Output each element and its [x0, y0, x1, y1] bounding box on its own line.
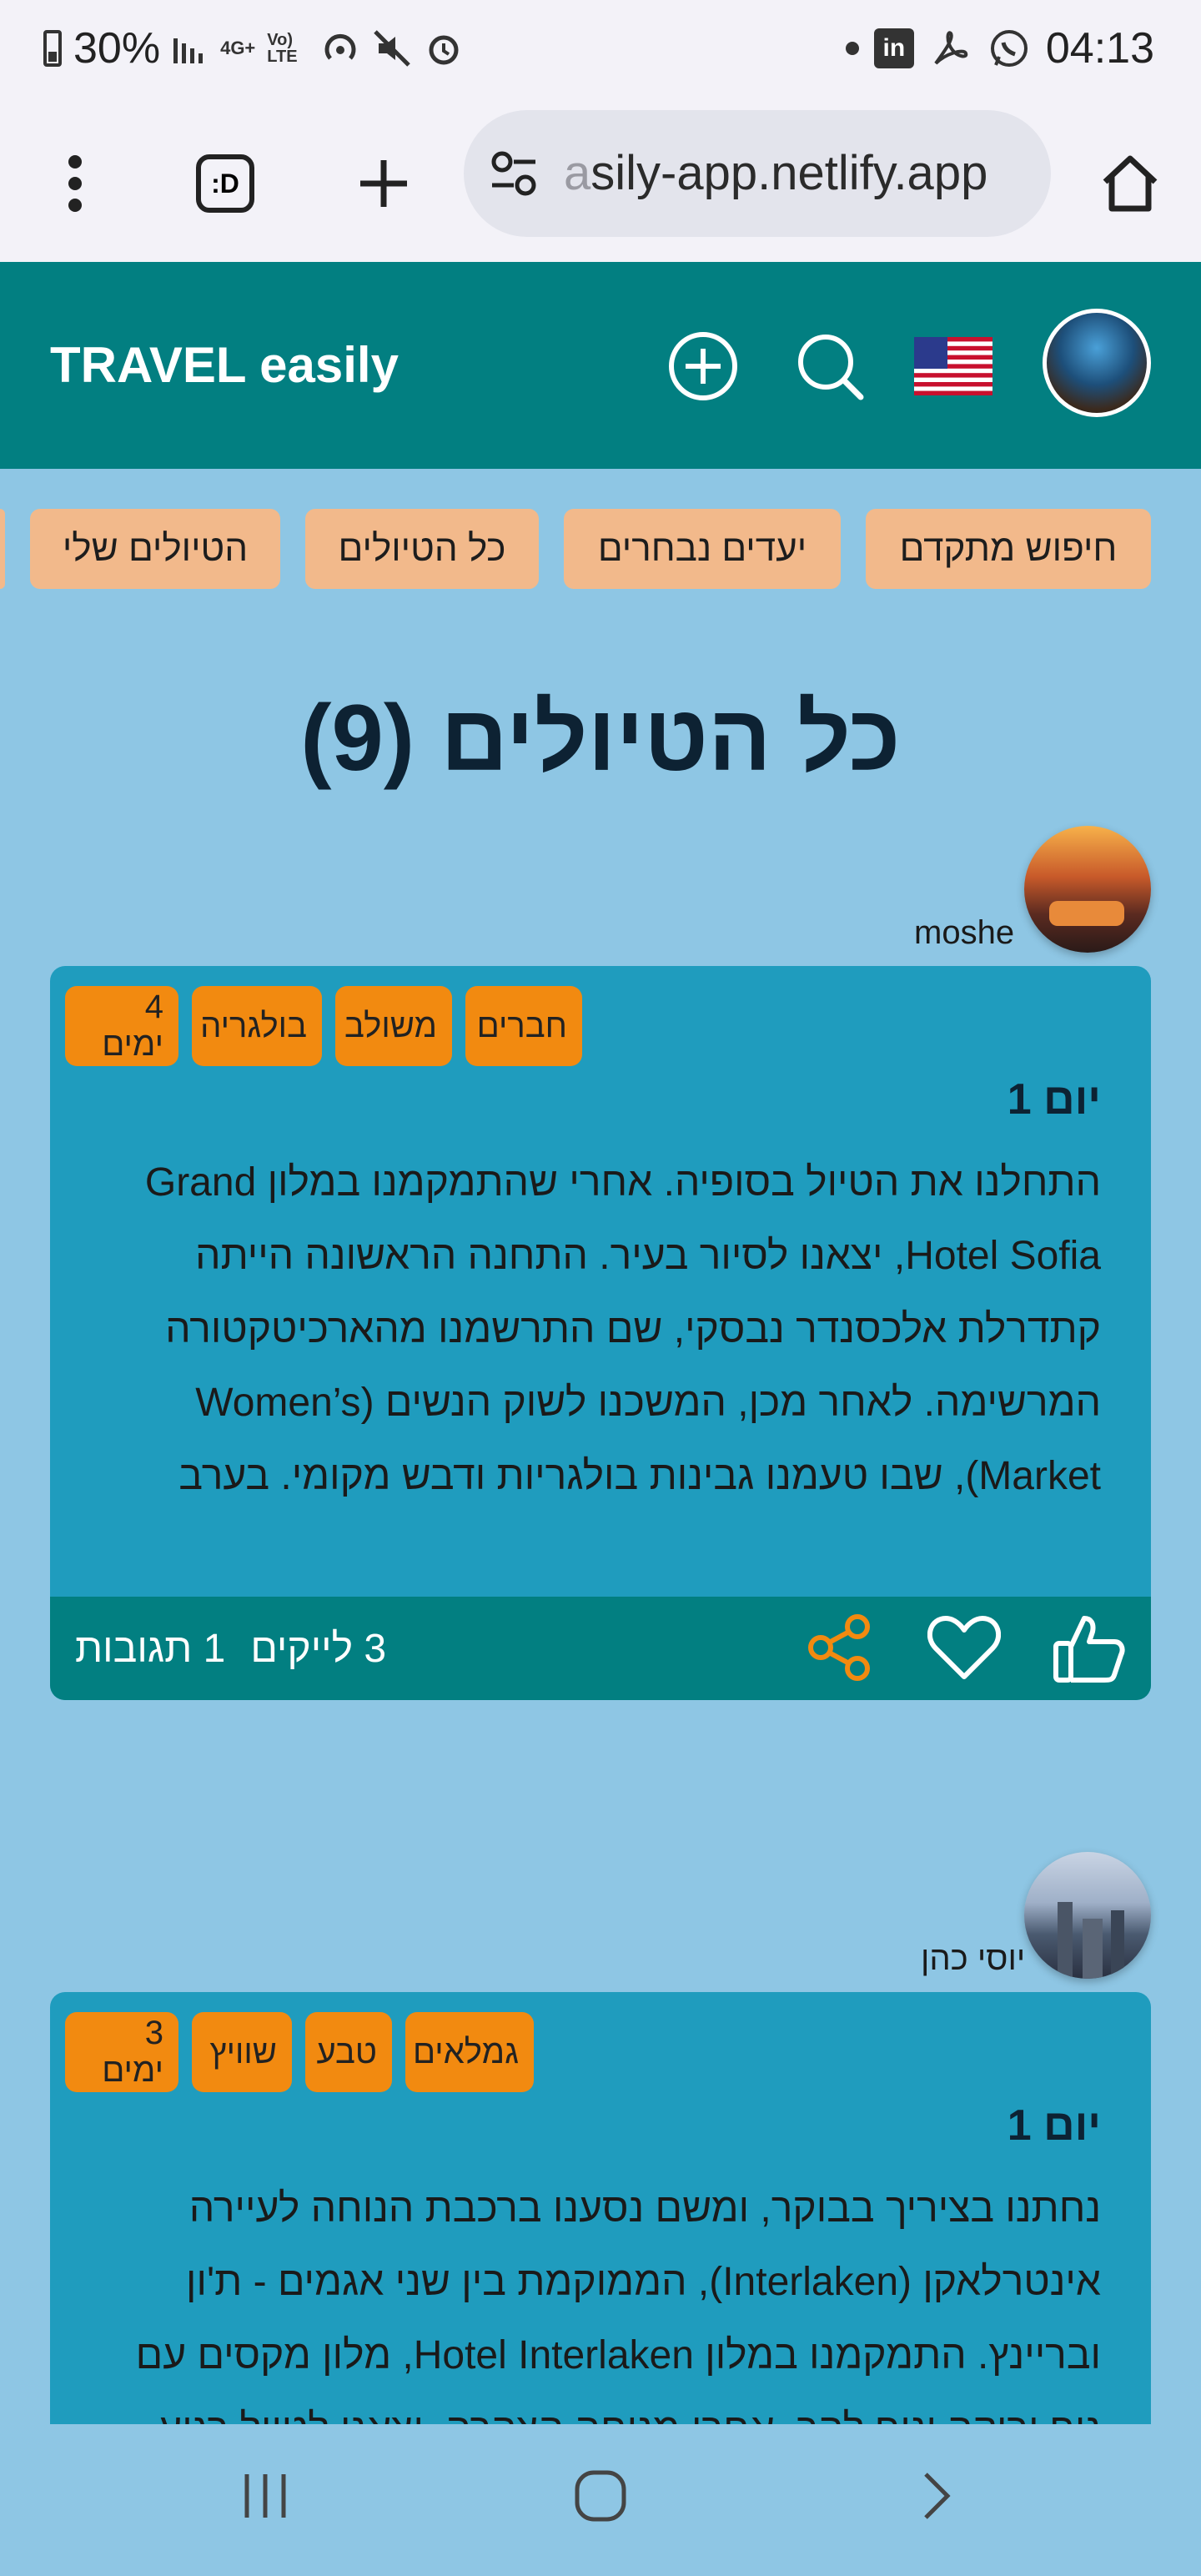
comments-count[interactable]: 1 תגובות — [75, 1626, 225, 1672]
url-text[interactable]: asily-app.netlify.app — [564, 110, 1031, 237]
trip-tags: 4 ימים בולגריה משולב חברים — [65, 986, 582, 1066]
nav-advanced-search[interactable]: חיפוש מתקדם — [866, 509, 1151, 589]
search-icon[interactable] — [794, 330, 866, 402]
day-description: התחלנו את הטיול בסופיה. אחרי שהתמקמנו במ… — [144, 1160, 1101, 1498]
browser-menu-button[interactable] — [33, 105, 117, 262]
clock: 04:13 — [1045, 24, 1154, 73]
tag-audience[interactable]: גמלאים — [405, 2012, 534, 2092]
back-icon[interactable] — [909, 2469, 962, 2523]
author-avatar[interactable] — [1024, 1852, 1151, 1979]
home-button[interactable] — [1084, 105, 1176, 262]
linkedin-icon: in — [873, 28, 914, 68]
tag-country[interactable]: בולגריה — [192, 986, 322, 1066]
nav-all-trips[interactable]: כל הטיולים — [305, 509, 539, 589]
home-nav-icon[interactable] — [574, 2469, 627, 2523]
battery-icon — [43, 30, 62, 67]
app-logo-title[interactable]: TRAVEL easily — [50, 262, 399, 469]
hotspot-icon — [324, 33, 356, 60]
tag-audience[interactable]: 4 ימים — [65, 986, 178, 1066]
page-title: כל הטיולים (9) — [300, 686, 901, 790]
author-name[interactable]: יוסי כהן — [921, 1940, 1025, 1978]
whatsapp-icon — [990, 30, 1028, 67]
nav-pill-edge — [0, 509, 5, 589]
volte-indicator: Vo) LTE — [267, 31, 298, 66]
app-header: TRAVEL easily — [0, 262, 1201, 469]
system-nav-bar — [0, 2424, 1201, 2576]
signal-icon — [173, 38, 204, 63]
nav-featured-destinations[interactable]: יעדים נבחרים — [564, 509, 841, 589]
site-settings-icon[interactable] — [489, 148, 539, 199]
add-trip-icon[interactable] — [667, 330, 739, 402]
trip-card[interactable]: 4 ימים בולגריה משולב חברים יום 1 התחלנו … — [50, 966, 1151, 1700]
tag-country[interactable]: שוויץ — [192, 2012, 292, 2092]
building-shape — [1083, 1919, 1103, 1979]
tag-duration[interactable]: 3 ימים — [65, 2012, 178, 2092]
us-flag-language-icon[interactable] — [914, 337, 992, 395]
user-avatar[interactable] — [1043, 309, 1151, 417]
car-shape — [1049, 901, 1124, 926]
acrobat-icon — [934, 31, 967, 65]
kebab-menu-icon — [68, 155, 82, 212]
battery-level: 30% — [73, 24, 161, 73]
new-tab-button[interactable] — [342, 105, 425, 262]
building-shape — [1111, 1910, 1124, 1979]
likes-count: 3 לייקים — [250, 1626, 387, 1671]
tag-type[interactable]: טבע — [305, 2012, 392, 2092]
nav-my-trips[interactable]: הטיולים שלי — [30, 509, 280, 589]
thumbs-up-icon[interactable] — [1051, 1612, 1126, 1685]
trip-stats: 3 לייקים 1 תגובות — [75, 1597, 386, 1700]
trip-tags: 3 ימים שוויץ טבע גמלאים — [65, 2012, 534, 2092]
day-label: יום 1 — [1007, 2101, 1101, 2150]
day-label: יום 1 — [1007, 1075, 1101, 1124]
notification-dot-icon — [845, 42, 859, 55]
heart-icon[interactable] — [927, 1613, 1001, 1682]
building-shape — [1058, 1902, 1073, 1979]
alarm-icon — [429, 35, 459, 65]
tag-type[interactable]: משולב — [335, 986, 452, 1066]
section-nav: חיפוש מתקדם יעדים נבחרים כל הטיולים הטיו… — [0, 509, 1201, 589]
status-bar: 30% 4G+ Vo) LTE in 04:13 — [0, 0, 1201, 105]
home-icon — [1103, 155, 1158, 212]
recent-apps-icon[interactable] — [239, 2469, 292, 2523]
share-icon[interactable] — [804, 1612, 876, 1683]
plus-icon — [360, 160, 407, 207]
author-avatar[interactable] — [1024, 826, 1151, 953]
network-type: 4G+ — [220, 38, 256, 58]
mute-icon — [374, 30, 411, 67]
author-name[interactable]: moshe — [914, 914, 1014, 952]
trip-card[interactable]: 3 ימים שוויץ טבע גמלאים יום 1 נחתנו בציר… — [50, 1992, 1151, 2493]
browser-toolbar: :D asily-app.netlify.app — [0, 105, 1201, 262]
tag-duration[interactable]: חברים — [465, 986, 582, 1066]
tabs-icon: :D — [196, 154, 254, 213]
tab-switcher-button[interactable]: :D — [183, 105, 267, 262]
address-bar[interactable]: asily-app.netlify.app — [464, 110, 1051, 237]
card-footer: 3 לייקים 1 תגובות — [50, 1597, 1151, 1700]
